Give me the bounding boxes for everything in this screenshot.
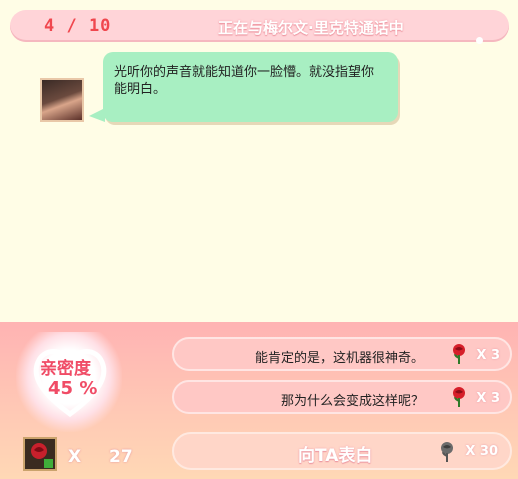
top-status-bar: 4 / 10 正在与梅尔文·里克特通话中	[10, 10, 509, 44]
confess-button[interactable]: 向TA表白 X 30	[172, 432, 512, 470]
status-dot	[476, 37, 483, 44]
speech-bubble: 光听你的声音就能知道你一脸懵。就没指望你能明白。	[103, 52, 398, 122]
choice-text: 能肯定的是，这机器很神奇。	[254, 351, 424, 366]
call-status-text: 正在与梅尔文·里克特通话中	[218, 19, 404, 37]
choice-cost: X 3	[476, 391, 500, 406]
message-text: 光听你的声音就能知道你一脸懵。就没指望你能明白。	[114, 65, 375, 97]
choice-text: 那为什么会变成这样呢？	[280, 394, 424, 409]
intimacy-label: 亲密度	[40, 359, 91, 379]
red-rose-icon	[453, 344, 465, 364]
intimacy-value: 45 %	[48, 378, 98, 399]
rose-card-icon[interactable]	[23, 437, 57, 471]
gray-rose-icon	[441, 442, 453, 462]
rose-card-art	[31, 443, 53, 468]
bottom-panel: 亲密度 45 % 能肯定的是，这机器很神奇。 X 3 那为什么会变成这样呢？ X…	[0, 322, 518, 479]
choice-button-2[interactable]: 那为什么会变成这样呢？ X 3	[172, 380, 512, 414]
choice-button-1[interactable]: 能肯定的是，这机器很神奇。 X 3	[172, 337, 512, 371]
red-rose-icon	[453, 387, 465, 407]
speaker-avatar	[40, 78, 84, 122]
dialog-progress: 4 / 10	[44, 16, 112, 36]
item-multiplier: X	[68, 447, 82, 467]
item-count: 27	[109, 447, 133, 467]
confess-cost: X 30	[465, 444, 498, 459]
confess-label: 向TA表白	[298, 446, 373, 466]
choice-cost: X 3	[476, 348, 500, 363]
